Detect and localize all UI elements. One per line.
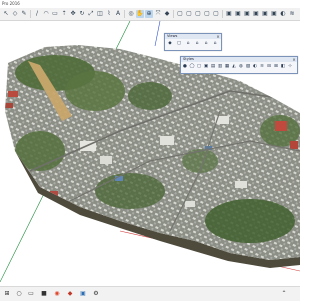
pushpull-icon[interactable]: ⇡ xyxy=(60,10,68,18)
window-title: Pro 2016 xyxy=(2,1,20,6)
grid-icon[interactable]: ⊞ xyxy=(273,64,279,70)
close-icon[interactable]: × xyxy=(216,34,220,39)
axis-icon[interactable]: ⊹ xyxy=(287,64,293,70)
windows-start-icon[interactable]: ⊞ xyxy=(3,290,11,298)
zoom-icon[interactable]: ⊕ xyxy=(145,10,153,18)
left-view-icon[interactable]: ▢ xyxy=(212,10,220,18)
arc-icon[interactable]: ◠ xyxy=(42,10,50,18)
sketchup-icon[interactable]: ◆ xyxy=(66,290,74,298)
toolbar-separator xyxy=(222,10,223,18)
xray-icon[interactable]: ▣ xyxy=(225,10,233,18)
line-icon[interactable]: / xyxy=(33,10,41,18)
toolbar-separator xyxy=(173,10,174,18)
styles-panel-header[interactable]: Styles × xyxy=(181,57,297,62)
photo-icon[interactable]: ▧ xyxy=(245,64,251,70)
taskview-icon[interactable]: ▭ xyxy=(27,290,35,298)
styles-panel: Styles × ● ◯ ▢ ▣ ▤ ▥ ▦ ◭ ◍ ▧ ◐ ≋ ⊟ ⊞ ◧ ⊹ xyxy=(180,56,298,74)
3d-viewport[interactable]: Views × ◆ ▢ ⌂ ⌂ ⌂ ⌂ Styles × ● ◯ ▢ ▣ ▤ ▥… xyxy=(0,21,300,282)
settings-icon[interactable]: ⚙ xyxy=(92,290,100,298)
select-icon[interactable]: ↖ xyxy=(2,10,10,18)
xray-icon[interactable]: ● xyxy=(182,64,188,70)
photos-icon[interactable]: ▣ xyxy=(79,290,87,298)
search-icon[interactable]: ○ xyxy=(15,290,23,298)
hidden-line-icon[interactable]: ▣ xyxy=(203,64,209,70)
move-icon[interactable]: ✥ xyxy=(69,10,77,18)
shadow-icon[interactable]: ◐ xyxy=(252,64,258,70)
monochrome-icon[interactable]: ▣ xyxy=(270,10,278,18)
fog-icon[interactable]: ≋ xyxy=(259,64,265,70)
front-icon[interactable]: ⌂ xyxy=(185,41,191,47)
section-icon[interactable]: ⊟ xyxy=(266,64,272,70)
paint-icon[interactable]: ✎ xyxy=(20,10,28,18)
tape-icon[interactable]: ⌇ xyxy=(105,10,113,18)
sandbox-icon[interactable]: ◭ xyxy=(231,64,237,70)
layer-icon[interactable]: ◧ xyxy=(280,64,286,70)
title-bar: Pro 2016 xyxy=(0,0,300,7)
shaded-textures-icon[interactable]: ▥ xyxy=(217,64,223,70)
orbit-icon[interactable]: ◎ xyxy=(127,10,135,18)
shaded-icon[interactable]: ▣ xyxy=(252,10,260,18)
tray-icon[interactable]: ⌃ xyxy=(280,290,288,298)
text-icon[interactable]: A xyxy=(114,10,122,18)
right-view-icon[interactable]: ▢ xyxy=(194,10,202,18)
geo-icon[interactable]: ◍ xyxy=(238,64,244,70)
back-view-icon[interactable]: ▢ xyxy=(203,10,211,18)
rect-icon[interactable]: ▭ xyxy=(51,10,59,18)
zoom-extents-icon[interactable]: ⤧ xyxy=(154,10,162,18)
hidden-line-icon[interactable]: ▣ xyxy=(243,10,251,18)
toolbar-separator xyxy=(30,10,31,18)
toolbar-separator xyxy=(124,10,125,18)
monochrome-icon[interactable]: ▦ xyxy=(224,64,230,70)
shaded-icon[interactable]: ▤ xyxy=(210,64,216,70)
back-icon[interactable]: ⌂ xyxy=(203,41,209,47)
eraser-icon[interactable]: ◇ xyxy=(11,10,19,18)
offset-icon[interactable]: ◫ xyxy=(96,10,104,18)
blue-axis xyxy=(154,21,161,47)
views-panel-title: Views xyxy=(167,34,178,38)
left-icon[interactable]: ⌂ xyxy=(212,41,218,47)
back-edges-icon[interactable]: ◯ xyxy=(189,64,195,70)
top-view-icon[interactable]: ▢ xyxy=(176,10,184,18)
front-view-icon[interactable]: ▢ xyxy=(185,10,193,18)
views-panel-header[interactable]: Views × xyxy=(165,34,221,39)
iso-view-icon[interactable]: ◆ xyxy=(163,10,171,18)
main-toolbar: ↖ ◇ ✎ / ◠ ▭ ⇡ ✥ ↻ ⤢ ◫ ⌇ A ◎ ✋ ⊕ ⤧ ◆ ▢ ▢ … xyxy=(0,8,300,21)
wireframe-icon[interactable]: ▢ xyxy=(196,64,202,70)
fog-icon[interactable]: ≋ xyxy=(288,10,296,18)
wireframe-icon[interactable]: ▣ xyxy=(234,10,242,18)
close-icon[interactable]: × xyxy=(292,57,296,62)
scale-icon[interactable]: ⤢ xyxy=(87,10,95,18)
views-panel: Views × ◆ ▢ ⌂ ⌂ ⌂ ⌂ xyxy=(164,33,222,51)
iso-icon[interactable]: ◆ xyxy=(167,41,173,47)
pan-icon[interactable]: ✋ xyxy=(136,10,144,18)
rotate-icon[interactable]: ↻ xyxy=(78,10,86,18)
shadow-icon[interactable]: ◐ xyxy=(279,10,287,18)
textured-icon[interactable]: ▣ xyxy=(261,10,269,18)
explorer-icon[interactable]: ■ xyxy=(40,290,48,298)
right-icon[interactable]: ⌂ xyxy=(194,41,200,47)
styles-panel-title: Styles xyxy=(183,57,194,61)
taskbar: ⊞ ○ ▭ ■ ◉ ◆ ▣ ⚙ ⌃ xyxy=(0,286,300,301)
top-icon[interactable]: ▢ xyxy=(176,41,182,47)
chrome-icon[interactable]: ◉ xyxy=(53,290,61,298)
